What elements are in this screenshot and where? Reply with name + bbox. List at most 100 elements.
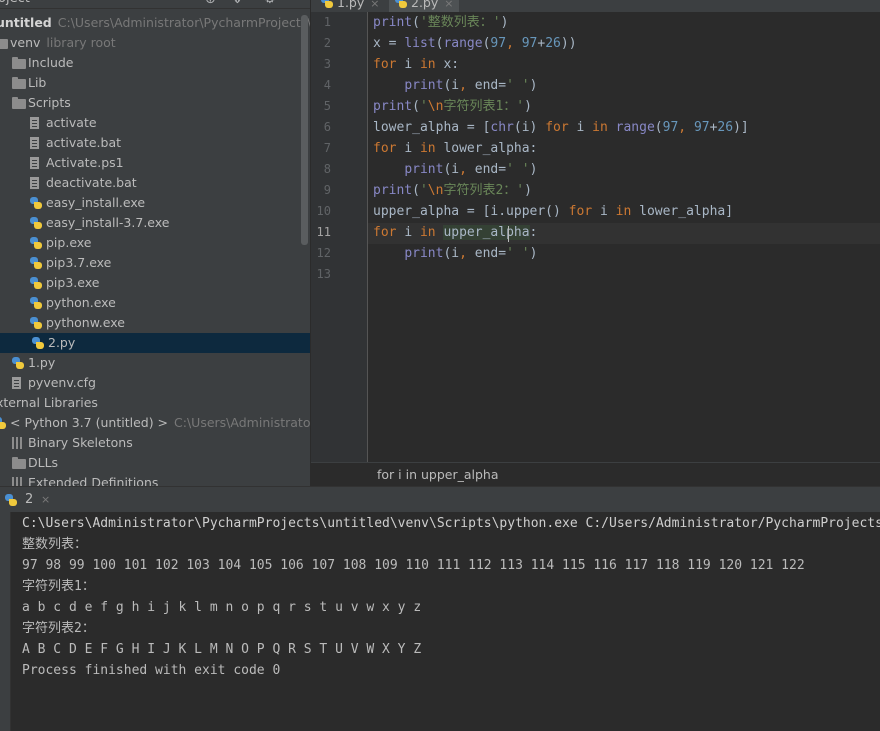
line-number: 6 [323, 120, 331, 134]
file-icon [30, 117, 39, 129]
code-token: (i [443, 78, 460, 93]
tree-item[interactable]: Lib [0, 73, 310, 93]
tree-item[interactable]: 2.py [0, 333, 310, 353]
code-line[interactable]: upper_alpha = [i.upper() for i in lower_… [373, 201, 733, 222]
project-panel-title[interactable]: oject [0, 0, 30, 6]
tree-item[interactable]: Include [0, 53, 310, 73]
code-token: ' ' [506, 162, 530, 177]
code-token: 97 [662, 120, 679, 135]
code-line[interactable]: for i in upper_alpha: [373, 222, 537, 243]
python-file-icon [30, 297, 42, 309]
tree-item[interactable]: pyvenv.cfg [0, 373, 310, 393]
code-token: i [576, 120, 593, 135]
tree-item-text: xternal Libraries [0, 393, 98, 413]
code-line[interactable]: print('整数列表：') [373, 12, 508, 33]
code-line[interactable]: for i in x: [373, 54, 459, 75]
tree-item[interactable]: xternal Libraries [0, 393, 310, 413]
code-token: for [545, 120, 577, 135]
code-line[interactable]: for i in lower_alpha: [373, 138, 537, 159]
tree-item-text: Include [28, 53, 74, 73]
code-token: : [529, 225, 538, 240]
code-token: 字符列表1：' [443, 99, 525, 114]
tree-item-label: pip.exe [46, 235, 92, 250]
code-line[interactable]: print('\n字符列表1：') [373, 96, 532, 117]
code-line[interactable]: lower_alpha = [chr(i) for i in range(97,… [373, 117, 749, 138]
text-caret [508, 226, 509, 242]
tree-item-text: pip3.exe [46, 273, 99, 293]
tree-item-text: Activate.ps1 [46, 153, 124, 173]
tree-item[interactable]: Binary Skeletons [0, 433, 310, 453]
code-token: ( [412, 99, 420, 114]
tree-item[interactable]: activate [0, 113, 310, 133]
code-line[interactable]: print(i, end=' ') [373, 75, 537, 96]
close-icon[interactable]: × [370, 0, 379, 10]
close-icon[interactable]: × [41, 493, 50, 506]
tree-item[interactable]: untitled C:\Users\Administrator\PycharmPr… [0, 13, 310, 33]
python-file-icon [395, 0, 407, 8]
console-line: 字符列表2： [22, 621, 95, 636]
tree-item[interactable]: activate.bat [0, 133, 310, 153]
code-token: for [373, 225, 405, 240]
gear-icon[interactable]: ⚙ [264, 0, 276, 7]
project-scrollbar[interactable] [301, 15, 308, 245]
code-editor[interactable]: 1.py × 2.py × 1 2 3 4 5 6 7 8 9 10 11 12 13 print('整数列… [311, 0, 880, 487]
line-number: 13 [316, 267, 331, 281]
run-tab-label[interactable]: 2 [25, 492, 33, 507]
code-line[interactable]: print(i, end=' ') [373, 159, 537, 180]
tree-item[interactable]: pythonw.exe [0, 313, 310, 333]
code-token: \n [427, 183, 444, 198]
tree-item[interactable]: DLLs [0, 453, 310, 473]
hide-icon[interactable]: — [290, 0, 303, 7]
code-line[interactable]: print('\n字符列表2：') [373, 180, 532, 201]
tree-item[interactable]: Scripts [0, 93, 310, 113]
tree-item[interactable]: Extended Definitions [0, 473, 310, 486]
tab-2-py[interactable]: 2.py × [389, 0, 460, 12]
collapse-icon[interactable]: ⇕ [232, 0, 243, 7]
tree-item-text: venv library root [10, 33, 116, 53]
tree-item[interactable]: < Python 3.7 (untitled) > C:\Users\Admini… [0, 413, 310, 433]
tree-item-label: untitled [0, 15, 52, 30]
breadcrumb-item[interactable]: for i in upper_alpha [377, 467, 499, 482]
tree-item[interactable]: deactivate.bat [0, 173, 310, 193]
tree-item[interactable]: pip.exe [0, 233, 310, 253]
folder-icon [12, 57, 26, 69]
code-line[interactable]: print(i, end=' ') [373, 243, 537, 264]
console-line: C:\Users\Administrator\PycharmProjects\u… [22, 516, 880, 531]
python-file-icon [30, 217, 42, 229]
tree-item-label: pip3.7.exe [46, 255, 112, 270]
tab-1-py[interactable]: 1.py × [321, 0, 379, 12]
code-token: 97 [521, 36, 538, 51]
tree-item-label: pyvenv.cfg [28, 375, 96, 390]
code-line[interactable]: x = list(range(97, 97+26)) [373, 33, 577, 54]
tree-item[interactable]: python.exe [0, 293, 310, 313]
tree-item[interactable]: venv library root [0, 33, 310, 53]
code-token: print [373, 183, 413, 198]
line-number: 8 [323, 162, 331, 176]
run-console[interactable]: C:\Users\Administrator\PycharmProjects\u… [11, 512, 880, 731]
tree-item[interactable]: pip3.7.exe [0, 253, 310, 273]
breadcrumb[interactable]: for i in upper_alpha [311, 462, 880, 487]
tree-item[interactable]: easy_install-3.7.exe [0, 213, 310, 233]
code-token: print [373, 99, 413, 114]
tree-item-label: activate.bat [46, 135, 122, 150]
locate-icon[interactable]: ⊕ [205, 0, 216, 7]
tree-item-label: Scripts [28, 95, 71, 110]
code-token: in [615, 204, 640, 219]
code-token: ) [524, 183, 532, 198]
close-icon[interactable]: × [444, 0, 453, 10]
line-number: 4 [323, 78, 331, 92]
tree-item[interactable]: easy_install.exe [0, 193, 310, 213]
code-token: in [592, 120, 616, 135]
code-token: print [404, 246, 444, 261]
code-token: , [678, 120, 694, 135]
tree-item[interactable]: 1.py [0, 353, 310, 373]
console-line: 字符列表1： [22, 579, 95, 594]
tree-item-path: C:\Users\Administrator\Pyc [174, 415, 310, 430]
tree-item-label: xternal Libraries [0, 395, 98, 410]
tree-item[interactable]: Activate.ps1 [0, 153, 310, 173]
tree-item[interactable]: pip3.exe [0, 273, 310, 293]
tree-item-text: activate.bat [46, 133, 121, 153]
line-number: 10 [316, 204, 331, 218]
code-token: upper_alpha [443, 225, 530, 240]
